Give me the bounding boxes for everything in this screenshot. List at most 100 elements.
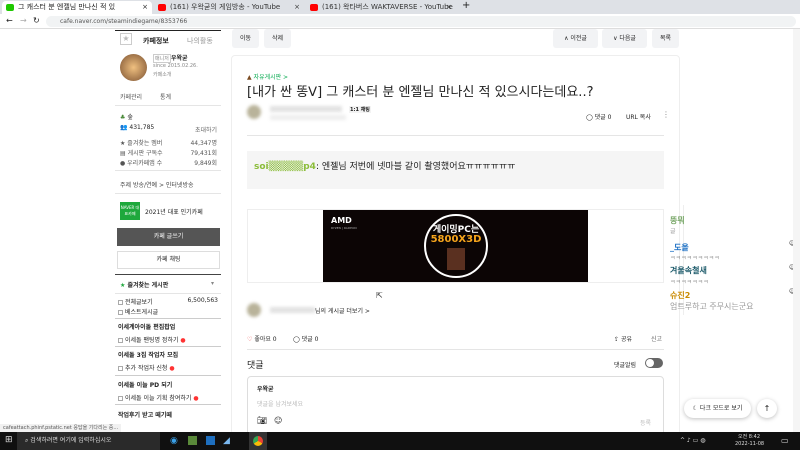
edge-icon[interactable]: ◉ (170, 436, 178, 446)
chevron-down-icon[interactable]: ▾ (211, 280, 214, 287)
emoji-icon[interactable]: ☺ (274, 416, 282, 425)
naver-cafe-icon (6, 4, 14, 11)
board-section-title[interactable]: 이세돌 이늘 PD 되기 (118, 380, 172, 389)
label: 댓글 0 (594, 114, 612, 121)
url-copy-button[interactable]: URL 복사 (626, 112, 651, 121)
moon-icon: ☾ (692, 405, 698, 412)
invite-link[interactable]: 초대하기 (195, 125, 217, 134)
forward-icon[interactable]: → (20, 16, 27, 25)
award-text: 2021년 대표 인기카페 (145, 209, 203, 216)
comment-notify-toggle[interactable] (645, 358, 663, 368)
heart-icon: ♡ (247, 336, 253, 343)
scroll-top-button[interactable]: ↑ (757, 399, 777, 418)
app-icon[interactable]: ◢ (223, 436, 230, 446)
new-icon: ● (169, 365, 175, 372)
comment-button[interactable]: ◯ 댓글 0 (293, 334, 318, 343)
tab-title: (161) 왁타버스 WAKTAVERSE - YouTube (322, 3, 453, 11)
prev-post-button[interactable]: ∧ 이전글 (553, 29, 598, 48)
label: 이세돌 팬팅명 정하기 (125, 337, 179, 344)
browser-tab[interactable]: (161) 우왁굳의 게임방송 - YouTube × (154, 1, 304, 14)
delete-button[interactable]: 삭제 (264, 29, 291, 48)
ad-sub: RYZEN | RADEON (331, 226, 357, 230)
chat-1to1-button[interactable]: 1:1 채팅 (349, 106, 371, 113)
board-item[interactable]: 추가 작업자 신청 ● (118, 363, 175, 372)
since-date: since 2015.02.26. (153, 63, 198, 69)
board-icon (118, 366, 123, 371)
manager-name[interactable]: 우왁굳 (171, 53, 188, 62)
close-icon[interactable]: × (294, 1, 300, 14)
taskbar-search[interactable]: ⌕ 검색하려면 여기에 입력하십시오 (17, 432, 160, 450)
write-post-button[interactable]: 카페 글쓰기 (117, 228, 220, 246)
dark-mode-button[interactable]: ☾ 다크 모드로 보기 (684, 399, 751, 418)
youtube-icon (310, 4, 318, 11)
board-count: 6,500,563 (187, 297, 218, 304)
close-icon[interactable]: × (446, 1, 452, 14)
clock-date: 2022-11-08 (735, 441, 765, 447)
label: 공유 (620, 336, 632, 343)
board-item[interactable]: 전체글보기 (118, 297, 153, 306)
app-icon[interactable] (206, 436, 215, 445)
label: 자유게시판 > (253, 74, 289, 81)
tab-my-activity[interactable]: 나의활동 (187, 36, 213, 46)
move-button[interactable]: 이동 (232, 29, 259, 48)
cafe-manage-link[interactable]: 카페관리 (120, 92, 142, 101)
cafe-topic[interactable]: 주제 방송/연예 > 인터넷방송 (120, 180, 194, 189)
author-name-blurred (270, 106, 342, 112)
browser-tab[interactable]: 그 캐스터 분 엔젤님 만나신 적 있 × (2, 1, 152, 14)
submit-comment-button[interactable]: 등록 (640, 418, 651, 427)
board-link[interactable]: ▲ 자유게시판 > (247, 72, 288, 81)
chrome-icon (253, 436, 263, 446)
cafe-intro-link[interactable]: 카페소개 (153, 71, 171, 78)
board-item[interactable]: 이세돌 팬팅명 정하기 ● (118, 335, 186, 344)
board-item[interactable]: 이세돌 이늘 기획 참여하기 ● (118, 393, 199, 402)
browser-tab[interactable]: (161) 왁타버스 WAKTAVERSE - YouTube × (306, 1, 456, 14)
label: 게시판 구독수 (127, 150, 163, 157)
cafe-chat-button[interactable]: 카페 채팅 (117, 251, 220, 269)
list-button[interactable]: 목록 (652, 29, 679, 48)
new-icon: ● (193, 395, 199, 402)
star-icon: ★ (120, 282, 126, 289)
board-section-title[interactable]: 이세계아이돌 편집팝업 (118, 322, 175, 331)
camera-icon[interactable]: 📷︎ (257, 416, 267, 425)
comments-heading: 댓글 (247, 361, 264, 371)
scrollbar[interactable] (793, 29, 800, 432)
label: 추가 작업자 신청 (125, 365, 168, 372)
stats-link[interactable]: 통계 (160, 92, 171, 101)
mouse-cursor: ⇱ (376, 291, 383, 300)
board-icon (118, 338, 123, 343)
tab-cafe-info[interactable]: 카페정보 (143, 36, 169, 46)
next-post-button[interactable]: ∨ 다음글 (602, 29, 647, 48)
fav-boards-header[interactable]: ★ 즐겨찾는 게시판 (120, 280, 168, 289)
windows-start-icon[interactable]: ⊞ (5, 435, 13, 445)
comment-input[interactable]: 댓글을 남겨보세요 (257, 399, 303, 408)
chrome-taskbar-button[interactable] (249, 432, 267, 450)
author-avatar (247, 303, 261, 317)
member-count: 431,785 (129, 124, 155, 131)
board-section-title[interactable]: 이세돌 3집 작업자 모집 (118, 350, 178, 359)
tray-icons[interactable]: ^ ♪ ▭ ◍ (680, 437, 705, 444)
more-icon[interactable]: ⋮ (662, 110, 670, 119)
url-input[interactable]: cafe.naver.com/steamindiegame/8353766 (46, 16, 796, 27)
board-section-title[interactable]: 작업후기 받고 떼기떼 (118, 410, 172, 419)
share-button[interactable]: ⇪ 공유 (614, 334, 632, 343)
star-icon[interactable]: ★ (120, 33, 132, 45)
back-icon[interactable]: ← (6, 16, 13, 25)
amd-ad-banner[interactable]: AMD RYZEN | RADEON 게이밍PC는 5800X3D (323, 210, 588, 282)
reload-icon[interactable]: ↻ (33, 16, 40, 25)
fav-members-row: ★ 즐겨찾는 멤버 (120, 140, 163, 147)
close-icon[interactable]: × (142, 1, 148, 14)
cafe-sidebar: ★ 카페정보 나의활동 매니저 우왁굳 since 2015.02.26. 카페… (115, 30, 221, 430)
new-tab-button[interactable]: + (462, 0, 470, 11)
chat-username: 슈진2 (670, 291, 691, 300)
comment-box[interactable] (247, 376, 664, 436)
chat-username: 겨울속철새 (670, 266, 707, 275)
more-posts-link[interactable]: 님의 게시글 더보기 > (315, 306, 370, 315)
report-button[interactable]: 신고 (651, 334, 662, 343)
notification-icon[interactable]: ▭ (781, 436, 789, 445)
comments-link[interactable]: ◯ 댓글 0 (586, 112, 611, 121)
board-sub-row: ▤ 게시판 구독수 (120, 150, 163, 157)
ad-brand: AMD (331, 216, 352, 225)
like-button[interactable]: ♡ 좋아요 0 (247, 334, 277, 343)
minecraft-icon[interactable] (188, 436, 197, 445)
board-item[interactable]: 베스트게시글 (118, 307, 158, 316)
